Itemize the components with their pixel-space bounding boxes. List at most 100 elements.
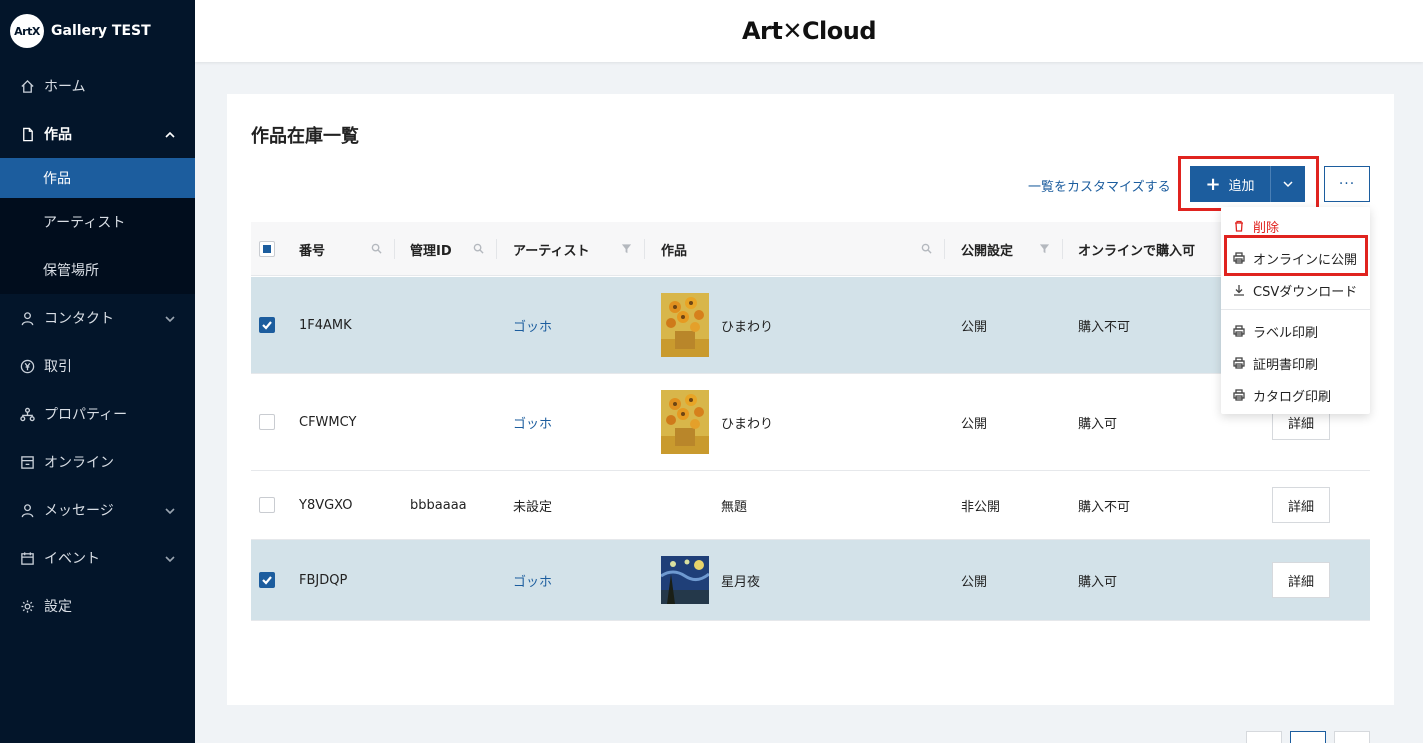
select-all-checkbox[interactable] <box>259 241 275 257</box>
cell-thumbnail[interactable] <box>661 277 709 373</box>
cell-online-purchase: 購入不可 <box>1078 319 1131 335</box>
chevron-down-icon <box>165 552 177 564</box>
highlight-box <box>1178 156 1319 211</box>
row-checkbox[interactable] <box>259 497 275 513</box>
artxcloud-logo[interactable]: Art✕Cloud <box>742 17 877 45</box>
search-icon[interactable] <box>473 243 485 255</box>
printer-icon <box>1233 356 1246 370</box>
cell-online-purchase: 購入可 <box>1078 574 1118 590</box>
detail-button[interactable]: 詳細 <box>1272 562 1330 598</box>
sidebar-item-messages[interactable]: メッセージ <box>0 486 195 534</box>
menu-item-csv-download[interactable]: CSVダウンロード <box>1221 275 1370 305</box>
cell-publish: 公開 <box>961 574 988 590</box>
brand[interactable]: ArtX Gallery TEST <box>0 0 195 62</box>
cell-work-title: 星月夜 <box>721 574 761 590</box>
cell-manage-id: bbbaaaa <box>410 497 467 513</box>
gear-icon <box>19 598 35 614</box>
sidebar-item-settings[interactable]: 設定 <box>0 582 195 630</box>
download-icon <box>1233 284 1246 297</box>
menu-item-label-print[interactable]: ラベル印刷 <box>1221 316 1370 346</box>
chevron-down-icon <box>165 312 177 324</box>
cell-work-title: ひまわり <box>721 319 774 335</box>
chevron-down-icon <box>165 504 177 516</box>
table-row[interactable]: CFWMCY ゴッホ ひまわり 公開 購入可 詳細 <box>251 374 1370 471</box>
starry-night-thumbnail <box>661 556 709 604</box>
network-icon <box>19 406 35 422</box>
sidebar-subitem-storage[interactable]: 保管場所 <box>0 246 195 294</box>
table-row[interactable]: FBJDQP ゴッホ 星月夜 公開 購入可 詳細 <box>251 540 1370 621</box>
column-header-work: 作品 <box>661 243 688 259</box>
pagination-page-1[interactable]: 1 <box>1290 731 1326 743</box>
chevron-up-icon <box>165 128 177 140</box>
cell-number: 1F4AMK <box>299 317 352 333</box>
menu-item-certificate-print[interactable]: 証明書印刷 <box>1221 348 1370 378</box>
sidebar-item-label: ホーム <box>44 79 86 95</box>
sidebar-item-contacts[interactable]: コンタクト <box>0 294 195 342</box>
yen-icon <box>19 358 35 374</box>
cell-number: Y8VGXO <box>299 497 353 513</box>
menu-item-label: カタログ印刷 <box>1253 389 1332 405</box>
cell-thumbnail[interactable] <box>661 540 709 620</box>
column-divider <box>644 239 645 259</box>
cell-online-purchase: 購入可 <box>1078 416 1118 432</box>
row-checkbox[interactable] <box>259 572 275 588</box>
cell-artist-link[interactable]: ゴッホ <box>513 540 552 620</box>
cell-work-title: ひまわり <box>721 416 774 432</box>
column-divider <box>496 239 497 259</box>
column-divider <box>944 239 945 259</box>
person-icon <box>19 502 35 518</box>
menu-item-catalog-print[interactable]: カタログ印刷 <box>1221 380 1370 410</box>
column-header-number: 番号 <box>299 243 326 259</box>
highlight-box <box>1224 235 1368 276</box>
calendar-icon <box>19 550 35 566</box>
sidebar-subitem-works[interactable]: 作品 <box>0 158 195 198</box>
trash-icon <box>1233 220 1246 233</box>
column-header-manage-id: 管理ID <box>410 243 452 259</box>
cell-number: CFWMCY <box>299 414 357 430</box>
cell-work-title: 無題 <box>721 499 748 515</box>
sidebar-item-label: 設定 <box>44 599 72 615</box>
store-icon <box>19 454 35 470</box>
person-icon <box>19 310 35 326</box>
sidebar-submenu-works: 作品 アーティスト 保管場所 <box>0 158 195 294</box>
sunflowers-thumbnail <box>661 293 709 357</box>
customize-list-link[interactable]: 一覧をカスタマイズする <box>1028 176 1171 195</box>
brand-name: Gallery TEST <box>51 23 151 39</box>
cell-artist-link[interactable]: ゴッホ <box>513 277 552 373</box>
table-row[interactable]: Y8VGXO bbbaaaa 未設定 無題 非公開 購入不可 詳細 <box>251 471 1370 540</box>
sidebar-item-label: コンタクト <box>44 311 114 327</box>
pagination-prev-button[interactable] <box>1246 731 1282 743</box>
table-header: 番号 管理ID アーティスト 作品 公開設定 オンラインで購入可 <box>251 222 1370 276</box>
cell-artist-link[interactable]: ゴッホ <box>513 374 552 470</box>
sidebar-item-home[interactable]: ホーム <box>0 62 195 110</box>
column-divider <box>1062 239 1063 259</box>
column-header-publish: 公開設定 <box>961 243 1014 259</box>
sidebar-item-properties[interactable]: プロパティー <box>0 390 195 438</box>
filter-icon[interactable] <box>1039 243 1051 255</box>
search-icon[interactable] <box>371 243 383 255</box>
filter-icon[interactable] <box>621 243 633 255</box>
inventory-card: 作品在庫一覧 一覧をカスタマイズする + 追加 ··· 番号 管理ID アーティ… <box>227 94 1394 743</box>
cell-artist: 未設定 <box>513 499 553 515</box>
sidebar: ArtX Gallery TEST ホーム 作品 作品 アーティスト 保管場所 … <box>0 0 195 743</box>
sidebar-item-transactions[interactable]: 取引 <box>0 342 195 390</box>
sidebar-subitem-artists[interactable]: アーティスト <box>0 198 195 246</box>
cell-online-purchase: 購入不可 <box>1078 499 1131 515</box>
cell-publish: 非公開 <box>961 499 1001 515</box>
sidebar-item-label: メッセージ <box>44 503 114 519</box>
sidebar-item-events[interactable]: イベント <box>0 534 195 582</box>
table-row[interactable]: 1F4AMK ゴッホ ひまわり 公開 購入不可 <box>251 277 1370 374</box>
row-checkbox[interactable] <box>259 414 275 430</box>
sidebar-item-online[interactable]: オンライン <box>0 438 195 486</box>
sidebar-item-label: 作品 <box>44 127 72 143</box>
sidebar-item-works[interactable]: 作品 <box>0 110 195 158</box>
brand-logo: ArtX <box>10 14 44 48</box>
search-icon[interactable] <box>921 243 933 255</box>
document-icon <box>19 126 35 142</box>
cell-thumbnail[interactable] <box>661 374 709 470</box>
page-title: 作品在庫一覧 <box>251 126 359 147</box>
row-checkbox[interactable] <box>259 317 275 333</box>
more-actions-button[interactable]: ··· <box>1324 166 1370 202</box>
detail-button[interactable]: 詳細 <box>1272 487 1330 523</box>
pagination-next-button[interactable] <box>1334 731 1370 743</box>
